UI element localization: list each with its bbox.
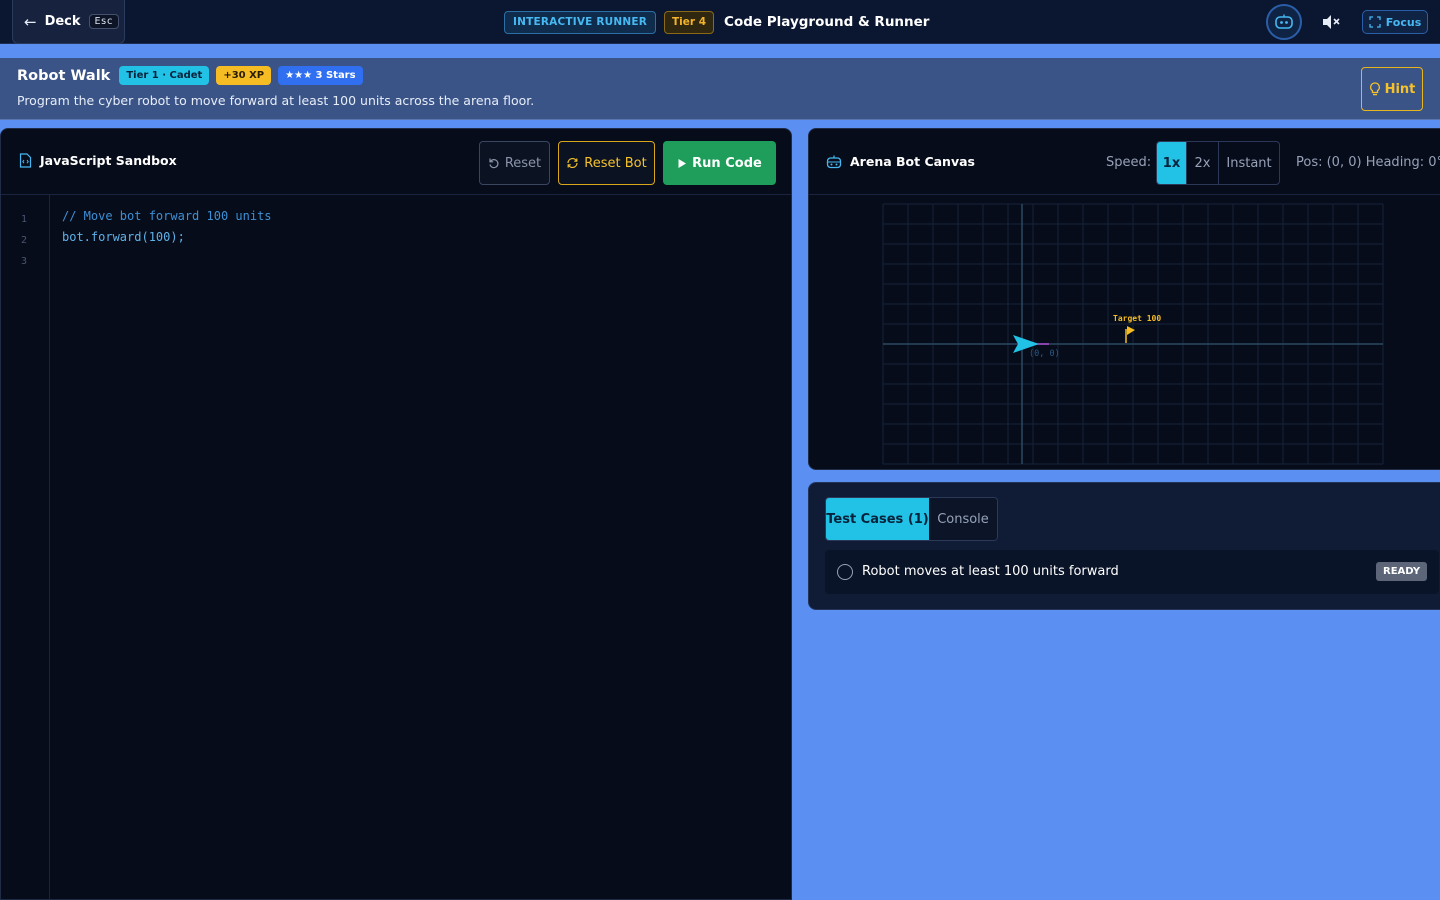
line-number: 1 (21, 214, 28, 225)
code-line: // Move bot forward 100 units (62, 209, 272, 223)
top-title-group: INTERACTIVE RUNNER Tier 4 Code Playgroun… (504, 10, 929, 34)
stars-badge: ★★★ 3 Stars (278, 66, 363, 85)
hint-label: Hint (1384, 81, 1416, 97)
runner-pill: INTERACTIVE RUNNER (504, 10, 657, 34)
reset-bot-label: Reset Bot (584, 155, 647, 171)
line-number: 3 (21, 256, 28, 267)
refresh-icon (567, 157, 578, 169)
mute-icon[interactable] (1321, 13, 1341, 31)
code-file-icon (19, 153, 32, 168)
tier-pill: Tier 4 (664, 10, 715, 34)
focus-label: Focus (1385, 15, 1422, 29)
arrow-left-icon: ← (24, 12, 37, 31)
test-case-name: Robot moves at least 100 units forward (862, 564, 1119, 579)
editor-header: JavaScript Sandbox Reset Reset Bot Run C… (1, 129, 791, 195)
xp-badge: +30 XP (216, 66, 272, 85)
robot-icon (826, 155, 842, 168)
code-line: bot.forward(100); (62, 230, 185, 244)
tests-tabs: Test Cases (1) Console (825, 497, 998, 541)
hint-button[interactable]: Hint (1361, 67, 1423, 111)
code-text-area[interactable]: // Move bot forward 100 units bot.forwar… (51, 195, 791, 899)
code-editor-panel: JavaScript Sandbox Reset Reset Bot Run C… (0, 128, 792, 900)
reset-label: Reset (504, 155, 542, 171)
line-number: 2 (21, 235, 28, 246)
undo-icon (489, 158, 499, 169)
play-icon (678, 158, 687, 168)
esc-shortcut-hint: Esc (88, 14, 119, 29)
arena-panel: Arena Bot Canvas Speed: 1x 2x Instant Po… (808, 128, 1440, 470)
arena-title-label: Arena Bot Canvas (850, 154, 975, 169)
tier-badge: Tier 1 · Cadet (119, 66, 210, 85)
arena-header: Arena Bot Canvas Speed: 1x 2x Instant Po… (809, 129, 1440, 195)
arena-grid (882, 203, 1384, 465)
reset-bot-button[interactable]: Reset Bot (558, 141, 655, 185)
reset-code-button[interactable]: Reset (479, 141, 550, 185)
lightbulb-icon (1369, 82, 1380, 96)
test-case-row[interactable]: Robot moves at least 100 units forward R… (825, 550, 1439, 594)
speed-option-2x[interactable]: 2x (1187, 142, 1219, 184)
status-circle-icon (837, 564, 853, 580)
expand-icon (1369, 16, 1381, 28)
run-code-button[interactable]: Run Code (663, 141, 776, 185)
editor-title: JavaScript Sandbox (19, 153, 177, 168)
back-to-deck-button[interactable]: ← Deck Esc (12, 0, 125, 44)
page-title: Code Playground & Runner (724, 14, 930, 30)
target-label: Target 100 (1113, 314, 1161, 323)
arena-canvas[interactable]: (0, 0) Target 100 (809, 195, 1440, 470)
robot-avatar-button[interactable] (1266, 4, 1302, 40)
lesson-title: Robot Walk (17, 67, 111, 84)
line-number-gutter: 1 2 3 (1, 195, 50, 899)
target-flag-icon (1127, 326, 1135, 335)
top-bar: ← Deck Esc INTERACTIVE RUNNER Tier 4 Cod… (0, 0, 1440, 44)
run-label: Run Code (692, 155, 762, 171)
speed-label: Speed: (1106, 155, 1152, 170)
editor-title-label: JavaScript Sandbox (40, 153, 177, 168)
tab-test-cases[interactable]: Test Cases (1) (826, 498, 929, 540)
lesson-description: Program the cyber robot to move forward … (17, 93, 535, 108)
arena-title: Arena Bot Canvas (826, 154, 975, 169)
speed-selector: 1x 2x Instant (1156, 141, 1280, 185)
origin-label: (0, 0) (1029, 349, 1060, 359)
focus-button[interactable]: Focus (1362, 10, 1428, 34)
speed-option-instant[interactable]: Instant (1219, 142, 1279, 184)
speed-option-1x[interactable]: 1x (1157, 142, 1187, 184)
lesson-header: Robot Walk Tier 1 · Cadet +30 XP ★★★ 3 S… (0, 58, 1440, 120)
lesson-title-row: Robot Walk Tier 1 · Cadet +30 XP ★★★ 3 S… (17, 66, 363, 85)
position-readout: Pos: (0, 0) Heading: 0° (1296, 155, 1440, 170)
robot-icon (1275, 14, 1293, 29)
status-badge: READY (1376, 562, 1428, 581)
tab-console[interactable]: Console (929, 498, 997, 540)
tests-panel: Test Cases (1) Console Robot moves at le… (808, 482, 1440, 610)
deck-label: Deck (44, 14, 81, 29)
